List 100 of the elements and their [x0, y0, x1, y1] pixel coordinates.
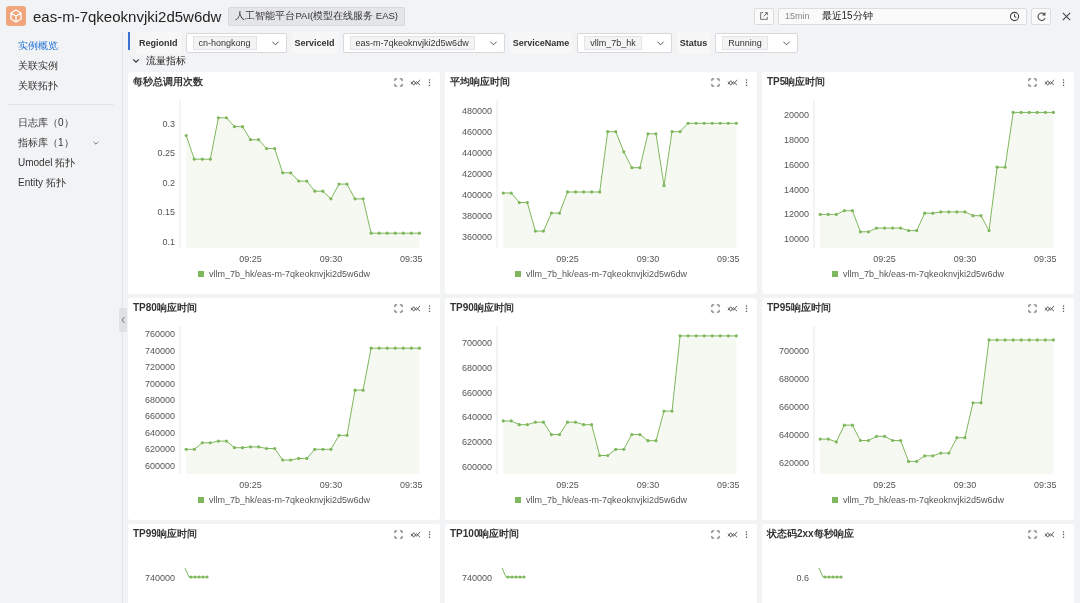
- axis-tick-label: 09:30: [319, 254, 343, 264]
- axis-tick-label: 700000: [144, 378, 175, 389]
- axis-tick-label: 680000: [144, 395, 175, 405]
- chart-type-icon[interactable]: [410, 529, 421, 539]
- filter-select[interactable]: cn-hongkong: [185, 33, 287, 53]
- chart-type-icon[interactable]: [410, 303, 421, 313]
- filter-label: RegionId: [136, 32, 181, 54]
- fullscreen-icon[interactable]: [394, 303, 403, 313]
- selected-value: eas-m-7qkeoknvjki2d5w6dw: [349, 36, 475, 50]
- logo-icon: [6, 6, 26, 26]
- axis-tick-label: 700000: [461, 338, 492, 349]
- chart-title: TP100响应时间: [450, 527, 520, 541]
- selected-value: Running: [722, 36, 768, 50]
- close-icon[interactable]: [1061, 10, 1072, 22]
- axis-tick-label: 09:35: [717, 254, 740, 264]
- axis-tick-label: 09:30: [953, 254, 977, 264]
- time-shortcut[interactable]: 15min: [785, 11, 810, 21]
- chart-type-icon[interactable]: [1044, 303, 1055, 313]
- filter-select[interactable]: Running: [715, 33, 798, 53]
- more-icon[interactable]: [1062, 303, 1065, 313]
- axis-tick-label: 18000: [783, 134, 809, 145]
- more-icon[interactable]: [745, 529, 748, 539]
- chart-type-icon[interactable]: [1044, 77, 1055, 87]
- fullscreen-icon[interactable]: [711, 77, 720, 87]
- axis-tick-label: 660000: [461, 387, 492, 398]
- fullscreen-icon[interactable]: [394, 77, 403, 87]
- refresh-icon: [1035, 10, 1047, 22]
- axis-tick-label: 0.6: [796, 573, 809, 583]
- service-badge: 人工智能平台PAI(模型在线服务 EAS): [228, 6, 406, 26]
- axis-tick-label: 400000: [461, 190, 492, 201]
- refresh-button[interactable]: [1031, 7, 1051, 25]
- axis-tick-label: 660000: [778, 402, 809, 412]
- axis-tick-label: 600000: [461, 461, 492, 472]
- chart-title: TP95响应时间: [767, 301, 831, 315]
- more-icon[interactable]: [745, 77, 748, 87]
- legend-label[interactable]: vllm_7b_hk/eas-m-7qkeoknvjki2d5w6dw: [525, 269, 688, 279]
- chevron-icon: [132, 57, 140, 65]
- filter-label: ServiceName: [509, 32, 573, 54]
- more-icon[interactable]: [1062, 77, 1065, 87]
- axis-tick-label: 14000: [783, 184, 809, 195]
- chart-title: TP90响应时间: [450, 301, 514, 315]
- axis-tick-label: 680000: [461, 362, 492, 373]
- axis-tick-label: 09:35: [717, 480, 740, 490]
- fullscreen-icon[interactable]: [1028, 77, 1037, 87]
- legend-label[interactable]: vllm_7b_hk/eas-m-7qkeoknvjki2d5w6dw: [208, 495, 371, 505]
- legend-label[interactable]: vllm_7b_hk/eas-m-7qkeoknvjki2d5w6dw: [842, 269, 1005, 279]
- axis-tick-label: 09:30: [319, 480, 343, 490]
- sidebar-item[interactable]: Umodel 拓扑: [0, 153, 122, 173]
- axis-tick-label: 0.1: [162, 237, 175, 248]
- sidebar-item[interactable]: 关联拓扑: [0, 76, 122, 96]
- chart-type-icon[interactable]: [727, 303, 738, 313]
- filter-select[interactable]: vllm_7b_hk: [577, 33, 672, 53]
- chart-title: TP5响应时间: [767, 75, 826, 89]
- chart-type-icon[interactable]: [1044, 529, 1055, 539]
- axis-tick-label: 420000: [461, 169, 492, 179]
- sidebar-item[interactable]: 日志库（0）: [0, 113, 122, 133]
- more-icon[interactable]: [428, 303, 431, 313]
- legend-label[interactable]: vllm_7b_hk/eas-m-7qkeoknvjki2d5w6dw: [842, 495, 1005, 505]
- sidebar-item[interactable]: 关联实例: [0, 56, 122, 76]
- chart-title: TP80响应时间: [133, 301, 197, 315]
- axis-tick-label: 620000: [778, 457, 809, 468]
- more-icon[interactable]: [428, 77, 431, 87]
- sidebar-item[interactable]: 实例概览: [0, 36, 122, 56]
- sidebar-item[interactable]: Entity 拓扑: [0, 173, 122, 193]
- chart-type-icon[interactable]: [727, 77, 738, 87]
- axis-tick-label: 0.2: [162, 177, 175, 188]
- active-indicator: [128, 32, 130, 50]
- sidebar-item[interactable]: 指标库（1）: [0, 133, 122, 153]
- axis-tick-label: 20000: [783, 109, 809, 120]
- share-button[interactable]: [754, 7, 774, 25]
- filter-select[interactable]: eas-m-7qkeoknvjki2d5w6dw: [342, 33, 505, 53]
- axis-tick-label: 480000: [461, 105, 492, 116]
- chart-type-icon[interactable]: [410, 77, 421, 87]
- time-range-picker[interactable]: 15min 最近15分钟: [778, 7, 1027, 25]
- axis-tick-label: 660000: [144, 411, 175, 422]
- more-icon[interactable]: [745, 303, 748, 313]
- chart-type-icon[interactable]: [727, 529, 738, 539]
- axis-tick-label: 740000: [144, 345, 175, 356]
- axis-tick-label: 740000: [461, 573, 492, 583]
- fullscreen-icon[interactable]: [394, 529, 403, 539]
- fullscreen-icon[interactable]: [1028, 303, 1037, 313]
- axis-tick-label: 0.25: [157, 148, 175, 159]
- axis-tick-label: 640000: [461, 412, 492, 423]
- filter-label: ServiceId: [291, 32, 338, 54]
- axis-tick-label: 620000: [144, 444, 175, 455]
- axis-tick-label: 0.15: [157, 207, 175, 218]
- axis-tick-label: 360000: [461, 232, 492, 243]
- fullscreen-icon[interactable]: [711, 529, 720, 539]
- axis-tick-label: 12000: [783, 209, 809, 220]
- axis-tick-label: 09:35: [400, 254, 423, 264]
- fullscreen-icon[interactable]: [1028, 529, 1037, 539]
- more-icon[interactable]: [1062, 529, 1065, 539]
- collapse-handle[interactable]: [119, 308, 127, 332]
- page-title: eas-m-7qkeoknvjki2d5w6dw: [33, 7, 222, 25]
- clock-icon[interactable]: [1009, 10, 1020, 22]
- section-header[interactable]: 流量指标: [128, 54, 1078, 68]
- legend-label[interactable]: vllm_7b_hk/eas-m-7qkeoknvjki2d5w6dw: [525, 495, 688, 505]
- legend-label[interactable]: vllm_7b_hk/eas-m-7qkeoknvjki2d5w6dw: [208, 269, 371, 279]
- more-icon[interactable]: [428, 529, 431, 539]
- fullscreen-icon[interactable]: [711, 303, 720, 313]
